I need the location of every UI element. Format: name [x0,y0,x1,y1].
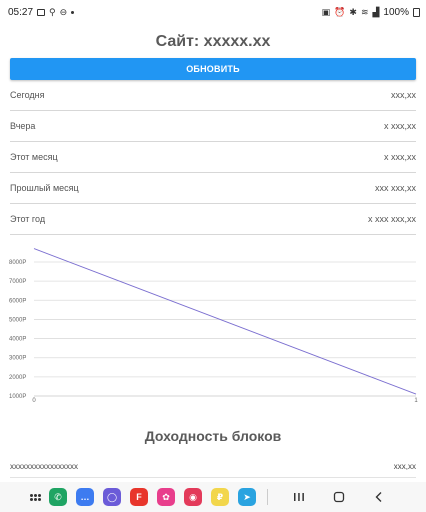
block-value: xxx,xx [393,462,416,471]
block-row: xxxxxxxxxxxxxxxxx xxx,xx [10,456,416,478]
page-title: Сайт: xxxxx.xx [155,33,271,50]
status-right: ▣ ⏰ ✱ ≋ ▟ 100% [322,7,420,18]
dock-divider [267,489,268,505]
earnings-chart: 1000Р 2000Р 3000Р 4000Р 5000Р 6000Р 7000Р 8000Р… [0,240,426,410]
stat-label: Вчера [10,121,36,131]
flipboard-app-icon[interactable]: F [130,488,148,506]
search-notification-icon: ⚲ [49,6,56,17]
internet-app-icon[interactable]: ◯ [103,488,121,506]
stat-value: x xxx xxx,xx [367,214,416,224]
y-tick-label: 1000Р [9,394,26,400]
battery-percent: 100% [383,6,409,18]
camera-app-icon[interactable]: ◉ [184,488,202,506]
stat-value: xxx xxx,xx [374,183,416,193]
stat-value: x xxx,xx [383,152,416,162]
lock-icon: ▣ [321,6,331,17]
telegram-app-icon[interactable]: ➤ [238,488,256,506]
alarm-icon: ⏰ [334,6,346,17]
finance-app-icon[interactable]: ₽ [211,488,229,506]
bluetooth-icon: ✱ [349,6,357,17]
phone-app-icon[interactable]: ✆ [49,488,67,506]
stat-label: Этот год [10,214,46,224]
back-icon [375,492,382,502]
x-tick-label: 1 [414,398,418,404]
wifi-icon: ≋ [360,6,369,17]
status-left: 05:27 ⚲ ⊖ [8,6,75,18]
stat-label: Этот месяц [10,152,58,162]
y-tick-label: 8000Р [9,260,26,266]
stat-row: Этот месяц x xxx,xx [10,142,416,173]
messages-app-icon[interactable]: … [76,488,94,506]
back-button[interactable] [364,487,394,507]
signal-icon: ▟ [372,6,380,17]
stat-label: Прошлый месяц [10,183,79,193]
block-label: xxxxxxxxxxxxxxxxx [10,462,78,471]
stat-row: Сегодня xxx,xx [10,80,416,111]
y-tick-label: 6000Р [9,298,26,304]
y-tick-label: 5000Р [9,317,26,323]
y-tick-label: 3000Р [9,356,26,362]
y-tick-label: 4000Р [9,337,26,343]
refresh-button[interactable]: Обновить [10,58,416,80]
stat-row: Вчера x xxx,xx [10,111,416,142]
x-tick-label: 0 [32,398,36,404]
gallery-notification-icon [37,8,46,16]
stat-label: Сегодня [10,90,45,100]
earnings-chart-svg: 1000Р 2000Р 3000Р 4000Р 5000Р 6000Р 7000Р 8000Р… [9,248,418,404]
more-notifications-icon [71,10,75,14]
stat-row: Прошлый месяц xxx xxx,xx [10,173,416,204]
recents-button[interactable] [284,487,314,507]
blocks-title: Доходность блоков [144,428,282,444]
blossom-app-icon[interactable]: ✿ [157,488,175,506]
dock-apps: ✆ … ◯ F ✿ ◉ ₽ ➤ [49,488,265,506]
battery-icon [413,7,420,17]
stat-row: Этот год x xxx xxx,xx [10,204,416,235]
y-tick-label: 2000Р [9,375,26,381]
earnings-line [33,248,417,395]
home-icon [333,491,345,503]
y-tick-label: 7000Р [9,279,26,285]
recents-icon [294,493,304,501]
stat-value: xxx,xx [390,90,416,100]
navigation-bar: ✆ … ◯ F ✿ ◉ ₽ ➤ [0,482,426,512]
status-time: 05:27 [8,6,34,18]
stats-list: Сегодня xxx,xx Вчера x xxx,xx Этот месяц x xx… [10,80,416,235]
app-drawer-icon[interactable] [30,493,41,501]
home-button[interactable] [324,487,354,507]
stat-value: x xxx,xx [383,121,416,131]
sync-notification-icon: ⊖ [59,6,68,17]
status-bar: 05:27 ⚲ ⊖ ▣ ⏰ ✱ ≋ ▟ 100% [0,0,426,24]
